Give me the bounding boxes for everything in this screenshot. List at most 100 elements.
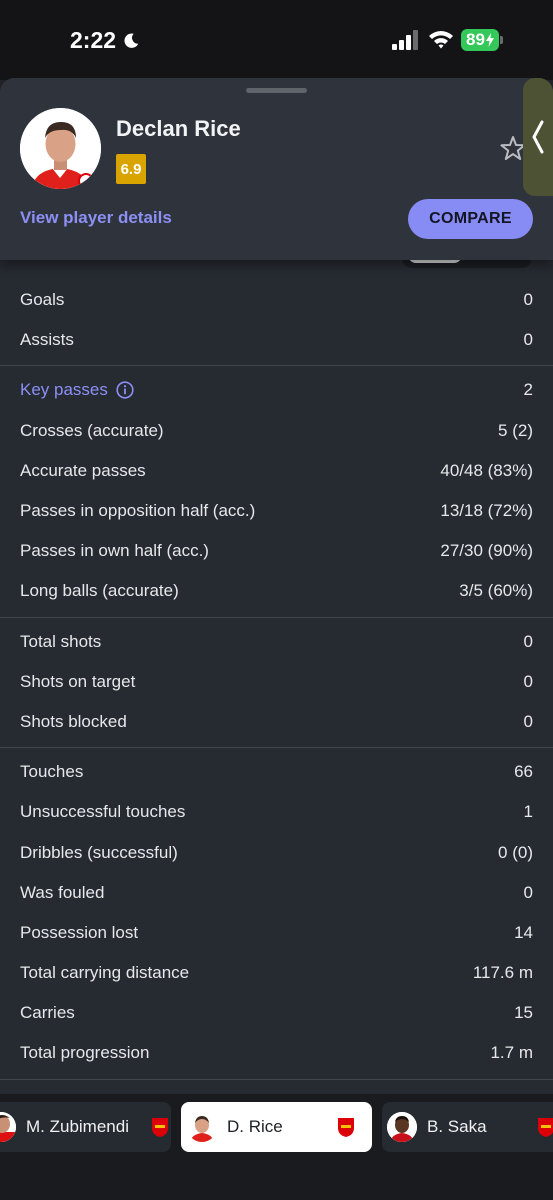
stat-label: Crosses (accurate) xyxy=(20,420,164,440)
stat-label: Total shots xyxy=(20,631,102,651)
player-photo-icon xyxy=(20,108,101,189)
stat-row: Assists 0 xyxy=(0,320,553,360)
home-area xyxy=(0,1160,553,1200)
stat-label: Passes in opposition half (acc.) xyxy=(20,501,256,521)
player-header: Declan Rice 6.9 View player details COMP… xyxy=(0,78,553,260)
player-chip-name: M. Zubimendi xyxy=(26,1117,129,1136)
stat-row: Carries 15 xyxy=(0,993,553,1033)
stat-label: Unsuccessful touches xyxy=(20,802,186,822)
stat-value: 0 xyxy=(523,330,533,350)
divider xyxy=(0,616,553,618)
stat-value: 5 (2) xyxy=(498,420,533,440)
divider xyxy=(0,747,553,749)
player-name: Declan Rice xyxy=(116,116,241,141)
player-chip-rice[interactable]: D. Rice xyxy=(181,1102,372,1152)
stat-row: Total progression 1.7 m xyxy=(0,1033,553,1073)
player-chip-zubimendi[interactable]: M. Zubimendi xyxy=(0,1102,171,1152)
stat-row-key-passes[interactable]: Key passes 2 xyxy=(0,370,553,410)
compare-button[interactable]: COMPARE xyxy=(408,199,533,239)
player-chip-name: D. Rice xyxy=(227,1117,283,1136)
divider xyxy=(0,365,553,367)
stat-row: Passes in own half (acc.) 27/30 (90%) xyxy=(0,531,553,571)
stats-group-general: Goals 0 Assists 0 xyxy=(0,280,553,360)
stat-row: Accurate passes 40/48 (83%) xyxy=(0,451,553,491)
stat-value: 1 xyxy=(523,802,533,822)
stat-label: Touches xyxy=(20,762,84,782)
stat-row: Goals 0 xyxy=(0,280,553,320)
clock: 2:22 xyxy=(70,27,140,54)
stat-value: 1.7 m xyxy=(490,1043,533,1063)
stat-row: Total carrying distance 117.6 m xyxy=(0,953,553,993)
info-icon[interactable] xyxy=(116,381,134,400)
stat-label: Dribbles (successful) xyxy=(20,842,178,862)
stat-label: Passes in own half (acc.) xyxy=(20,541,209,561)
status-bar: 2:22 89 xyxy=(0,0,553,80)
stat-label: Goals xyxy=(20,290,65,310)
stat-label-link[interactable]: Key passes xyxy=(20,380,134,400)
side-drawer-tab[interactable] xyxy=(523,78,553,196)
moon-icon xyxy=(124,33,139,48)
stat-value: 14 xyxy=(514,922,533,942)
stat-label: Shots on target xyxy=(20,671,136,691)
player-chip-name: B. Saka xyxy=(427,1117,487,1136)
sheet-grabber[interactable] xyxy=(246,88,307,93)
stat-row: Total shots 0 xyxy=(0,622,553,662)
stat-value: 15 xyxy=(514,1003,533,1023)
stat-row: Passes in opposition half (acc.) 13/18 (7… xyxy=(0,491,553,531)
stats-group-passing: Key passes 2 Crosses (accurate) 5 (2) Acc… xyxy=(0,370,553,611)
arsenal-crest-icon xyxy=(151,1118,168,1137)
player-chip-saka[interactable]: B. Saka xyxy=(382,1102,553,1152)
player-avatar xyxy=(20,108,101,189)
stat-value: 0 xyxy=(523,711,533,731)
stat-row: Possession lost 14 xyxy=(0,913,553,953)
stat-label: Long balls (accurate) xyxy=(20,581,179,601)
stat-value: 13/18 (72%) xyxy=(440,501,533,521)
view-player-details-link[interactable]: View player details xyxy=(20,208,172,228)
battery-level: 89 xyxy=(466,30,485,49)
stat-value: 2 xyxy=(523,380,533,400)
player-face-icon xyxy=(187,1112,217,1142)
stat-value: 0 (0) xyxy=(498,842,533,862)
stat-label: Carries xyxy=(20,1003,75,1023)
stat-row: Crosses (accurate) 5 (2) xyxy=(0,411,553,451)
stats-group-shooting: Total shots 0 Shots on target 0 Shots bloc… xyxy=(0,622,553,743)
stats-list: Goals 0 Assists 0 Key passes 2 Crosses (ac… xyxy=(0,280,553,1084)
stat-label: Possession lost xyxy=(20,922,139,942)
stat-label: Total carrying distance xyxy=(20,963,190,983)
stat-value: 0 xyxy=(523,671,533,691)
clock-time: 2:22 xyxy=(70,27,117,53)
stat-label: Shots blocked xyxy=(20,711,127,731)
stat-row: Unsuccessful touches 1 xyxy=(0,792,553,832)
wifi-icon xyxy=(429,31,453,49)
stat-row: Was fouled 0 xyxy=(0,873,553,913)
stat-value: 66 xyxy=(514,762,533,782)
stat-row: Shots blocked 0 xyxy=(0,702,553,742)
stats-group-possession: Touches 66 Unsuccessful touches 1 Dribbles… xyxy=(0,752,553,1074)
divider xyxy=(0,1078,553,1080)
player-switcher: M. Zubimendi D. Rice B. Saka xyxy=(0,1094,553,1160)
stat-value: 3/5 (60%) xyxy=(459,581,533,601)
stat-value: 27/30 (90%) xyxy=(440,541,533,561)
player-stats-sheet: Declan Rice 6.9 View player details COMP… xyxy=(0,78,553,1200)
stat-row: Long balls (accurate) 3/5 (60%) xyxy=(0,571,553,611)
key-passes-label: Key passes xyxy=(20,380,108,400)
stat-value: 0 xyxy=(523,882,533,902)
stat-value: 40/48 (83%) xyxy=(440,460,533,480)
arsenal-crest-icon xyxy=(537,1118,553,1137)
chevron-left-icon xyxy=(532,120,544,154)
stat-label: Total progression xyxy=(20,1043,150,1063)
cellular-signal-icon xyxy=(392,30,418,50)
stat-value: 117.6 m xyxy=(472,963,533,983)
charging-bolt-icon xyxy=(485,33,494,47)
stat-row: Shots on target 0 xyxy=(0,662,553,702)
stat-label: Assists xyxy=(20,330,74,350)
stat-row: Touches 66 xyxy=(0,752,553,792)
stat-row: Dribbles (successful) 0 (0) xyxy=(0,832,553,872)
battery-indicator: 89 xyxy=(461,29,499,51)
arsenal-crest-icon xyxy=(337,1118,354,1137)
battery-cap xyxy=(500,36,503,44)
stat-value: 0 xyxy=(523,631,533,651)
player-face-icon xyxy=(387,1112,417,1142)
stat-label: Accurate passes xyxy=(20,460,146,480)
stat-label: Was fouled xyxy=(20,882,105,902)
